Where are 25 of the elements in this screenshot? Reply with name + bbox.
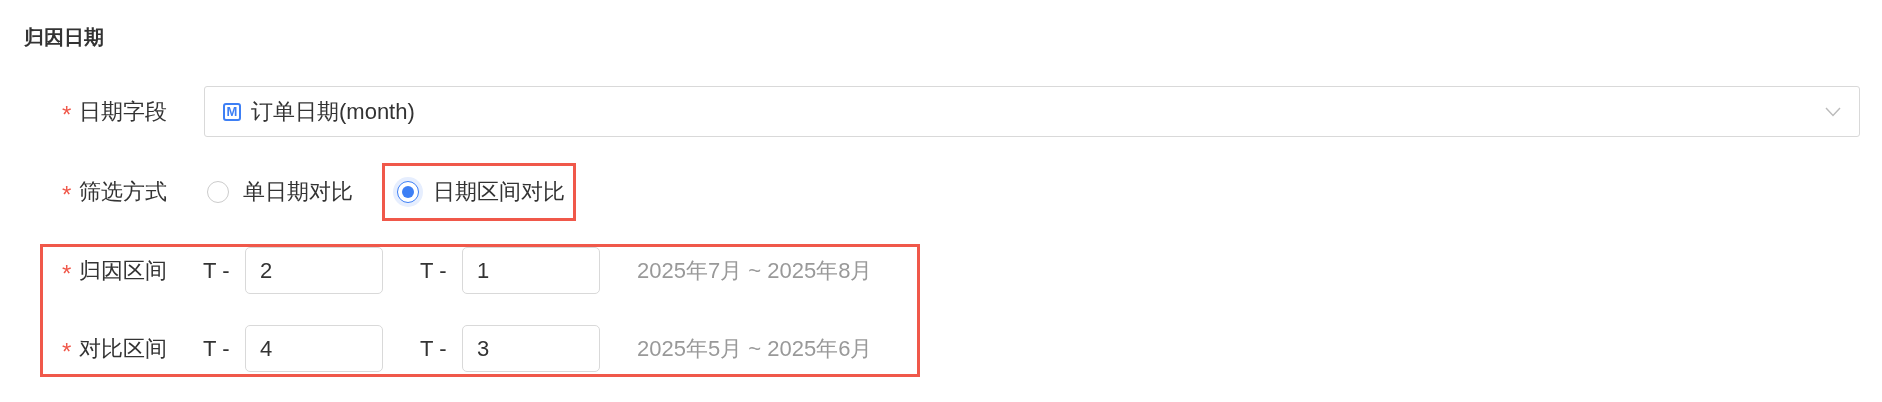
date-range-text: 2025年7月 ~ 2025年8月	[637, 256, 873, 285]
offset-prefix: T -	[420, 257, 448, 284]
field-label: 对比区间	[79, 334, 168, 363]
required-asterisk: *	[62, 259, 72, 288]
end-offset-input[interactable]: 1	[462, 247, 600, 294]
field-label: 筛选方式	[79, 178, 168, 206]
start-offset-input[interactable]: 4	[245, 325, 383, 372]
offset-prefix: T -	[203, 257, 231, 284]
required-asterisk: *	[62, 181, 72, 209]
required-asterisk: *	[62, 337, 72, 366]
offset-prefix: T -	[420, 335, 448, 362]
date-field-select[interactable]: M 订单日期(month)	[204, 86, 1860, 137]
chevron-down-icon	[1825, 106, 1841, 117]
radio-button[interactable]	[397, 181, 419, 203]
calendar-icon: M	[223, 102, 241, 121]
start-offset-input[interactable]: 2	[245, 247, 383, 294]
offset-prefix: T -	[203, 335, 231, 362]
radio-button[interactable]	[207, 181, 229, 203]
radio-label[interactable]: 单日期对比	[243, 177, 353, 207]
field-label: 日期字段	[79, 97, 168, 126]
section-title: 归因日期	[24, 25, 104, 50]
required-asterisk: *	[62, 100, 72, 129]
date-range-text: 2025年5月 ~ 2025年6月	[637, 334, 873, 363]
field-label: 归因区间	[79, 256, 168, 285]
end-offset-input[interactable]: 3	[462, 325, 600, 372]
